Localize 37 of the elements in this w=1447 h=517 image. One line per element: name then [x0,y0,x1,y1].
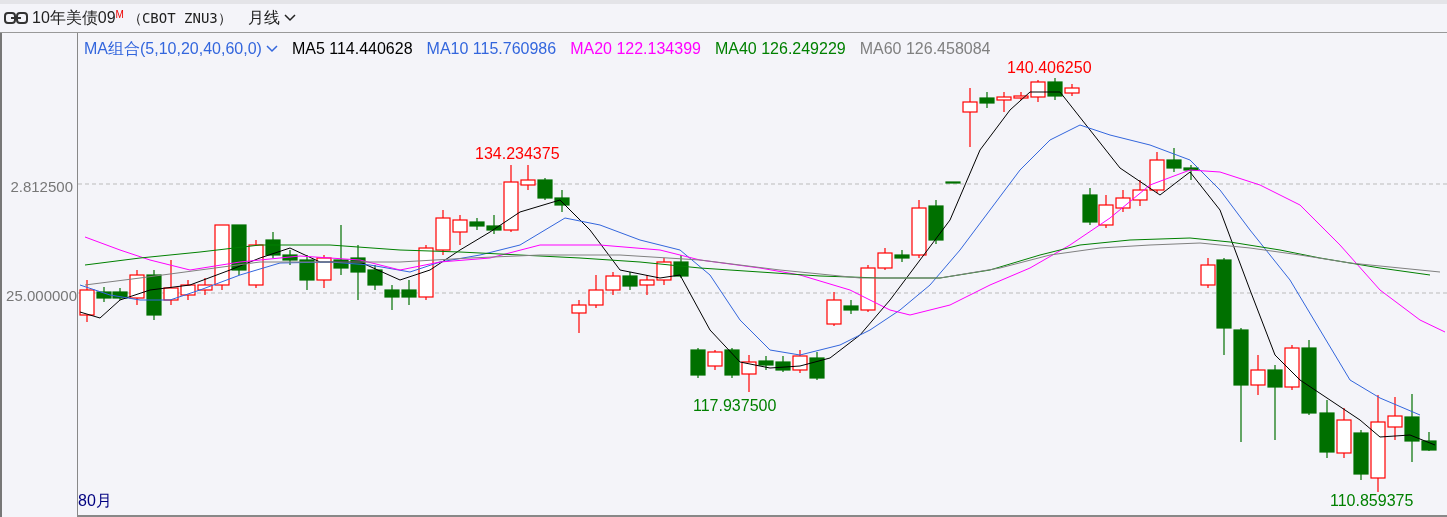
candlestick [605,271,621,296]
candlestick [384,284,400,311]
price-label: 140.406250 [1007,60,1092,76]
legend-item: MA60 126.458084 [859,39,991,59]
legend-item: MA5 114.440628 [291,39,413,59]
instrument-title: 10年美债09$^{M}$ [32,8,124,28]
price-label: 117.937500 [693,398,777,414]
candlestick [928,199,944,245]
legend-item: MA20 122.134399 [570,39,701,59]
instrument-code: （CBOT ZNU3） [127,8,232,28]
period-dropdown[interactable]: 月线 [247,6,296,30]
y-axis-label: 25.000000 [6,286,77,306]
candlestick [673,254,689,279]
candlestick [656,257,672,286]
caret-icon [265,45,278,53]
candlestick [1082,187,1098,226]
candlestick [792,349,808,374]
candlestick [775,355,791,373]
candlestick [554,189,570,213]
link-icon [4,12,28,24]
candlestick [639,274,655,296]
legend-item: MA10 115.760986 [426,39,557,59]
candlestick [571,299,587,334]
x-axis-label: 80月 [78,491,112,511]
price-label: 110.859375 [1330,493,1414,509]
y-axis-label: 2.812500 [10,177,73,197]
legend-item: MA40 126.249229 [714,39,846,59]
candlestick [809,351,825,381]
candlestick [945,181,961,184]
candlestick [1336,407,1352,459]
indicator-dropdown[interactable]: MA组合(5,10,20,40,60,0) [84,37,278,61]
candlestick [622,271,638,291]
candlestick [1319,399,1335,459]
candlestick [537,177,553,201]
price-label: 134.234375 [475,146,560,162]
candlestick [588,274,604,309]
caret-icon [283,14,296,22]
